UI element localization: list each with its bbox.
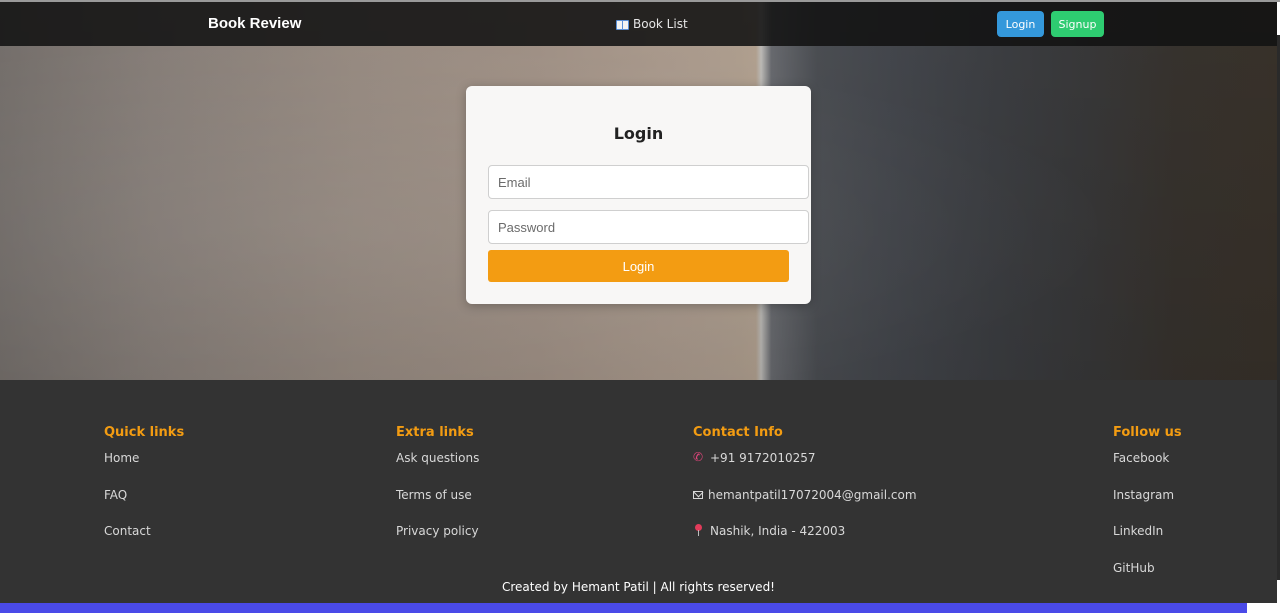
contact-phone-text: +91 9172010257 (710, 451, 816, 465)
copyright-text: Created by Hemant Patil | All rights res… (502, 580, 775, 594)
quick-links-heading: Quick links (104, 425, 185, 440)
nav-book-list-label: Book List (633, 17, 688, 31)
footer-link-facebook[interactable]: Facebook (1113, 451, 1182, 488)
mail-icon (693, 490, 703, 499)
brand-logo[interactable]: Book Review (208, 15, 301, 32)
footer-link-ask-questions[interactable]: Ask questions (396, 451, 479, 488)
login-card: Login Login (466, 86, 811, 304)
phone-icon: ✆ (693, 450, 704, 464)
contact-location-text: Nashik, India - 422003 (710, 524, 846, 538)
contact-info-heading: Contact Info (693, 425, 783, 440)
email-input[interactable] (488, 165, 809, 199)
contact-phone: ✆ +91 9172010257 (693, 451, 917, 488)
footer-quick-links: Quick links Home FAQ Contact (104, 425, 184, 561)
nav-signup-button[interactable]: Signup (1051, 11, 1104, 37)
extra-links-heading: Extra links (396, 425, 474, 440)
footer-follow-us: Follow us Facebook Instagram LinkedIn Gi… (1113, 425, 1182, 597)
footer-link-contact[interactable]: Contact (104, 524, 184, 561)
bottom-accent-bar (0, 603, 1247, 613)
contact-location: Nashik, India - 422003 (693, 524, 917, 561)
nav-book-list-link[interactable]: Book List (616, 17, 688, 31)
footer: Quick links Home FAQ Contact Extra links… (0, 380, 1277, 603)
footer-link-privacy[interactable]: Privacy policy (396, 524, 479, 561)
footer-contact-info: Contact Info ✆ +91 9172010257 hemantpati… (693, 425, 917, 561)
password-input[interactable] (488, 210, 809, 244)
window-top-border (0, 0, 1280, 2)
follow-us-heading: Follow us (1113, 425, 1182, 440)
footer-link-faq[interactable]: FAQ (104, 488, 184, 525)
footer-link-home[interactable]: Home (104, 451, 184, 488)
footer-link-instagram[interactable]: Instagram (1113, 488, 1182, 525)
footer-extra-links: Extra links Ask questions Terms of use P… (396, 425, 479, 561)
contact-email-text: hemantpatil17072004@gmail.com (708, 487, 917, 502)
footer-link-linkedin[interactable]: LinkedIn (1113, 524, 1182, 561)
nav-login-button[interactable]: Login (997, 11, 1044, 37)
book-icon (616, 19, 629, 30)
login-title: Login (613, 124, 664, 143)
login-submit-button[interactable]: Login (488, 250, 789, 282)
footer-link-terms[interactable]: Terms of use (396, 488, 479, 525)
contact-email: hemantpatil17072004@gmail.com (693, 488, 917, 525)
navbar: Book Review Book List Login Signup (0, 2, 1277, 46)
pin-icon (693, 524, 705, 538)
